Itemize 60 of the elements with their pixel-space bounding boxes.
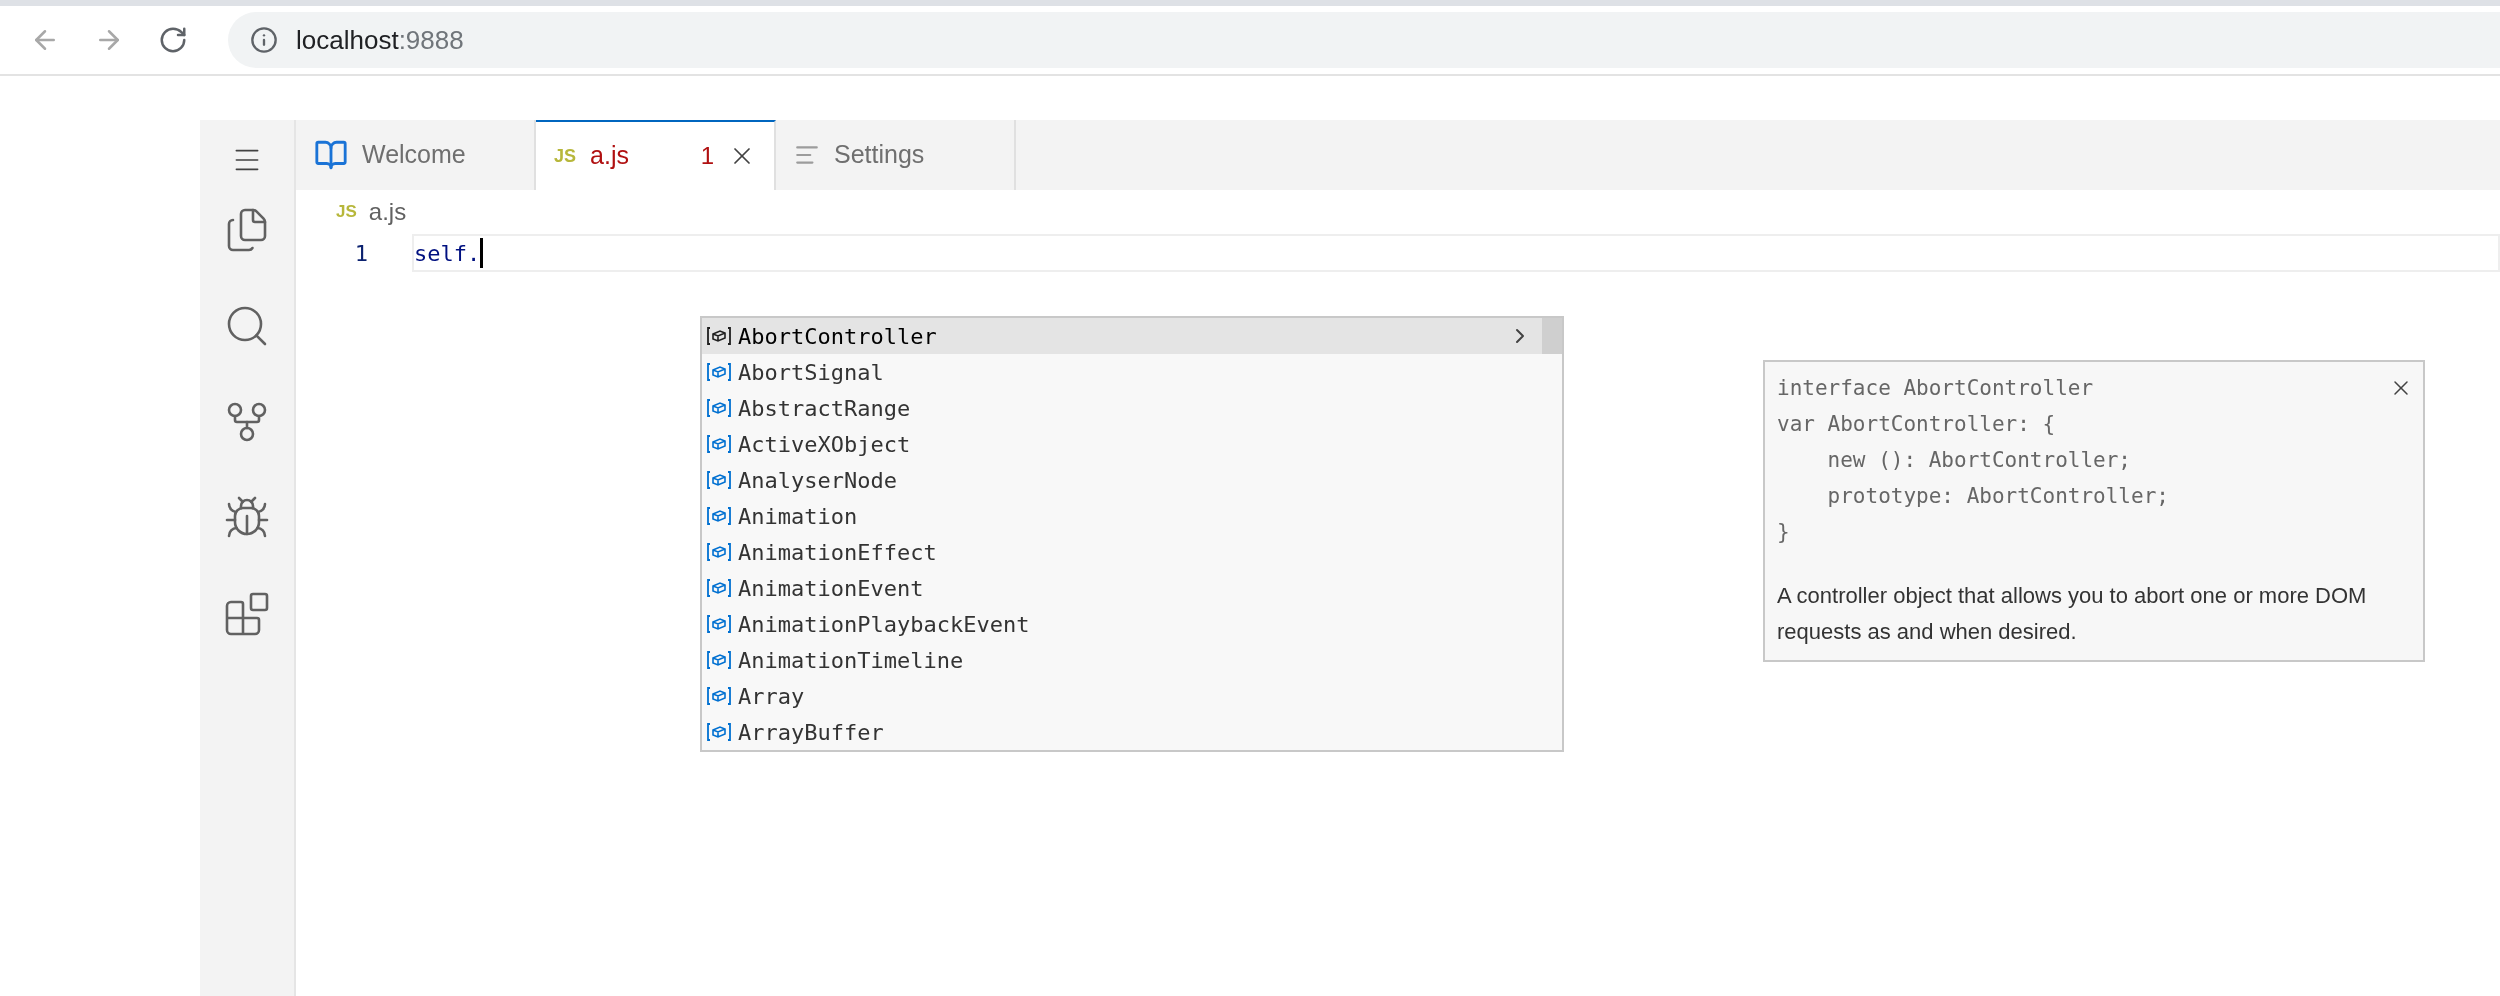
class-symbol-icon — [706, 721, 732, 743]
book-icon — [314, 138, 348, 172]
reload-icon[interactable] — [158, 25, 188, 55]
code-line: var AbortController: { — [1777, 411, 2056, 438]
suggestion-item[interactable]: AnimationEvent — [702, 570, 1562, 606]
class-symbol-icon — [706, 577, 732, 599]
info-icon[interactable] — [250, 26, 278, 54]
suggestion-label: Animation — [738, 502, 858, 531]
suggestion-label: Array — [738, 682, 805, 711]
documentation-text: A controller object that allows you to abort one or more DOM requests as and when desired. — [1777, 582, 2368, 646]
code-line: } — [1777, 519, 1790, 546]
suggestion-label: AbortController — [738, 322, 937, 351]
suggestion-item[interactable]: AnalyserNode — [702, 462, 1562, 498]
suggestion-item[interactable]: ArrayBuffer — [702, 714, 1562, 750]
suggestion-label: ActiveXObject — [738, 430, 911, 459]
code-line: new (): AbortController; — [1826, 447, 2131, 474]
suggestion-item[interactable]: ActiveXObject — [702, 426, 1562, 462]
suggestion-item[interactable]: AbstractRange — [702, 390, 1562, 426]
suggestion-label: AnimationTimeline — [738, 646, 964, 675]
suggestion-label: AbstractRange — [738, 394, 911, 423]
code-text: self. — [414, 239, 481, 268]
problem-count: 1 — [700, 141, 714, 171]
suggestion-label: ArrayBuffer — [738, 718, 884, 747]
breadcrumb-item[interactable]: a.js — [368, 194, 407, 230]
class-symbol-icon — [706, 469, 732, 491]
address-bar[interactable]: localhost:9888 — [228, 12, 2500, 68]
class-symbol-icon — [706, 325, 732, 347]
suggestion-item[interactable]: AnimationEffect — [702, 534, 1562, 570]
suggestion-item[interactable]: AbortSignal — [702, 354, 1562, 390]
class-symbol-icon — [706, 361, 732, 383]
suggestion-label: AnimationEffect — [738, 538, 937, 567]
suggestion-label: AnimationEvent — [738, 574, 924, 603]
extensions-icon[interactable] — [223, 590, 271, 638]
suggestion-item[interactable]: Animation — [702, 498, 1562, 534]
url-text: localhost:9888 — [296, 23, 464, 57]
scrollbar-thumb[interactable] — [1542, 318, 1562, 354]
class-symbol-icon — [706, 505, 732, 527]
class-symbol-icon — [706, 649, 732, 671]
class-symbol-icon — [706, 433, 732, 455]
class-symbol-icon — [706, 685, 732, 707]
text-cursor — [480, 238, 484, 268]
js-file-icon: JS — [554, 142, 577, 170]
suggestion-item[interactable]: Array — [702, 678, 1562, 714]
class-symbol-icon — [706, 541, 732, 563]
editor-tab[interactable]: JS a.js 1 — [536, 120, 776, 190]
suggestion-label: AbortSignal — [738, 358, 884, 387]
tab-label: a.js — [590, 140, 629, 172]
class-symbol-icon — [706, 397, 732, 419]
class-symbol-icon — [706, 613, 732, 635]
js-file-icon: JS — [336, 199, 357, 225]
suggestion-item[interactable]: AnimationTimeline — [702, 642, 1562, 678]
tab-label: Welcome — [362, 139, 466, 171]
suggestion-item[interactable]: AnimationPlaybackEvent — [702, 606, 1562, 642]
suggestion-label: AnalyserNode — [738, 466, 897, 495]
suggestion-item[interactable]: AbortController — [702, 318, 1562, 354]
tab-label: Settings — [834, 139, 925, 171]
code-line: interface AbortController — [1777, 375, 2094, 402]
line-number: 1 — [353, 239, 369, 268]
code-line: prototype: AbortController; — [1826, 483, 2169, 510]
suggestion-label: AnimationPlaybackEvent — [738, 610, 1030, 639]
